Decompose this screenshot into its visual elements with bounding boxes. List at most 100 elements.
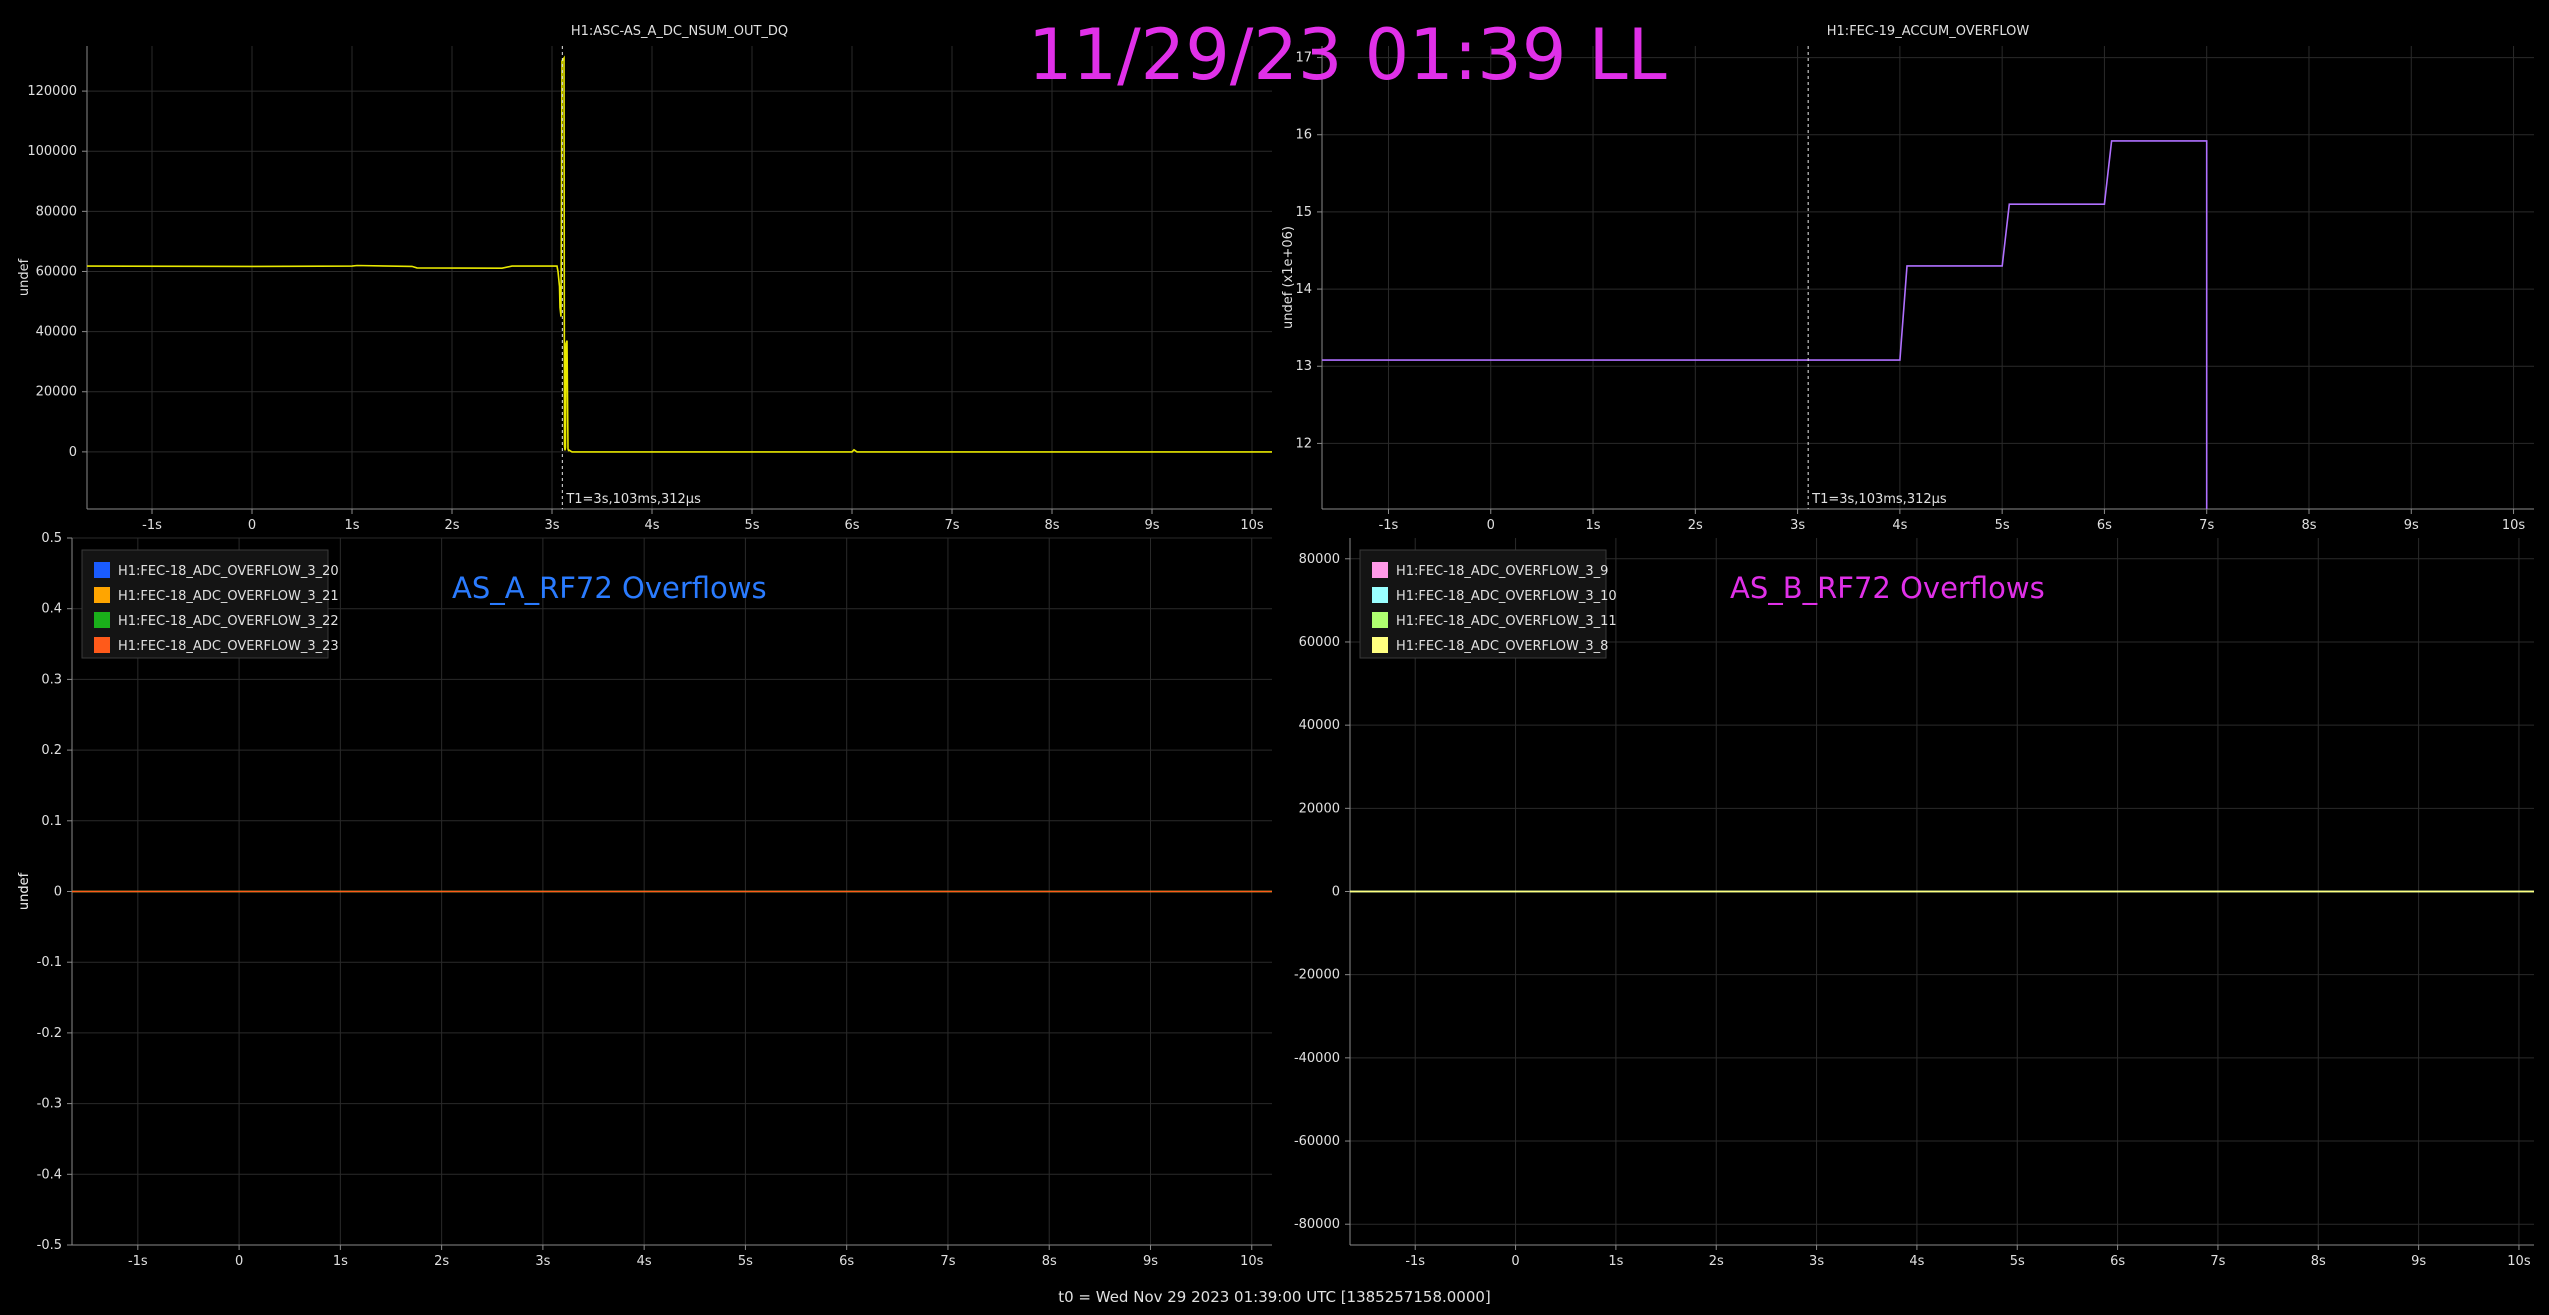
x-tick-label-10: 9s (2404, 518, 2419, 533)
x-tick-label-3: 2s (434, 1254, 449, 1269)
y-tick-label-2: 14 (1295, 282, 1312, 297)
x-tick-label-5: 4s (637, 1254, 652, 1269)
x-tick-label-8: 7s (2199, 518, 2214, 533)
y-tick-label-4: 0 (1332, 885, 1340, 900)
y-tick-label-2: 40000 (36, 325, 77, 340)
x-tick-label-7: 6s (2097, 518, 2112, 533)
y-tick-label-6: 120000 (27, 84, 77, 99)
x-tick-label-7: 6s (839, 1254, 854, 1269)
y-tick-label-9: 0.4 (41, 602, 62, 617)
x-tick-label-1: 0 (248, 518, 256, 533)
chart-panel-1: -1s 0 1s 2s 3s 4s 5s 6s 7s 8s 9s 10s 0 20000 40000 6000… (17, 24, 1272, 533)
y-tick-label-8: 80000 (1299, 552, 1340, 567)
legend-swatch-2 (1372, 587, 1388, 603)
y-axis-label: undef (17, 872, 32, 910)
y-tick-label-7: 0.2 (41, 743, 62, 758)
x-tick-label-6: 5s (738, 1254, 753, 1269)
y-tick-label-6: 40000 (1299, 718, 1340, 733)
x-tick-label-11: 10s (1240, 1254, 1264, 1269)
cursor-label: T1=3s,103ms,312µs (1811, 492, 1947, 507)
y-tick-label-3: -0.2 (37, 1026, 62, 1041)
x-tick-label-2: 1s (333, 1254, 348, 1269)
y-tick-label-2: -0.3 (37, 1097, 62, 1112)
y-axis-label: undef (x1e+06) (1281, 226, 1296, 329)
x-tick-label-4: 3s (544, 518, 559, 533)
y-tick-label-5: 100000 (27, 144, 77, 159)
legend-label-3: H1:FEC-18_ADC_OVERFLOW_3_11 (1396, 614, 1617, 629)
legend-swatch-1 (94, 562, 110, 578)
x-tick-label-3: 2s (1688, 518, 1703, 533)
legend-swatch-3 (1372, 612, 1388, 628)
x-tick-label-4: 3s (1790, 518, 1805, 533)
x-tick-label-3: 2s (1709, 1254, 1724, 1269)
x-tick-label-5: 4s (1892, 518, 1907, 533)
series-line-1 (87, 55, 1272, 453)
x-tick-label-11: 10s (1240, 518, 1264, 533)
legend-label-2: H1:FEC-18_ADC_OVERFLOW_3_10 (1396, 589, 1617, 604)
y-tick-label-4: 80000 (36, 204, 77, 219)
x-tick-label-2: 1s (344, 518, 359, 533)
x-tick-label-6: 5s (744, 518, 759, 533)
y-tick-label-1: 20000 (36, 385, 77, 400)
x-tick-label-5: 4s (1909, 1254, 1924, 1269)
legend-label-1: H1:FEC-18_ADC_OVERFLOW_3_20 (118, 564, 339, 579)
y-tick-label-5: 0 (54, 885, 62, 900)
y-tick-label-1: -60000 (1294, 1134, 1340, 1149)
y-tick-label-3: -20000 (1294, 968, 1340, 983)
x-tick-label-10: 9s (2411, 1254, 2426, 1269)
x-tick-label-9: 8s (2301, 518, 2316, 533)
y-tick-label-10: 0.5 (41, 531, 62, 546)
x-tick-label-0: -1s (142, 518, 162, 533)
x-tick-label-2: 1s (1586, 518, 1601, 533)
legend-label-3: H1:FEC-18_ADC_OVERFLOW_3_22 (118, 614, 339, 629)
chart-title: H1:ASC-AS_A_DC_NSUM_OUT_DQ (571, 24, 788, 39)
y-tick-label-2: -40000 (1294, 1051, 1340, 1066)
y-tick-label-3: 15 (1295, 205, 1312, 220)
x-tick-label-1: 0 (1511, 1254, 1519, 1269)
x-tick-label-4: 3s (1809, 1254, 1824, 1269)
x-tick-label-2: 1s (1608, 1254, 1623, 1269)
x-tick-label-0: -1s (128, 1254, 148, 1269)
legend-swatch-4 (1372, 637, 1388, 653)
x-tick-label-10: 9s (1144, 518, 1159, 533)
series-line-1 (1322, 140, 2208, 509)
y-tick-label-4: 16 (1295, 128, 1312, 143)
legend-swatch-2 (94, 587, 110, 603)
y-tick-label-1: 13 (1295, 359, 1312, 374)
x-tick-label-9: 8s (1042, 1254, 1057, 1269)
y-tick-label-0: 12 (1295, 436, 1312, 451)
x-tick-label-8: 7s (940, 1254, 955, 1269)
legend-swatch-3 (94, 612, 110, 628)
x-tick-label-1: 0 (1487, 518, 1495, 533)
y-tick-label-7: 60000 (1299, 635, 1340, 650)
x-tick-label-11: 10s (2507, 1254, 2531, 1269)
x-tick-label-8: 7s (944, 518, 959, 533)
x-tick-label-9: 8s (1044, 518, 1059, 533)
legend-swatch-1 (1372, 562, 1388, 578)
dashboard-canvas: -1s 0 1s 2s 3s 4s 5s 6s 7s 8s 9s 10s 0 20000 40000 6000… (17, 24, 2534, 1269)
y-axis-label: undef (17, 258, 32, 296)
x-tick-label-8: 7s (2210, 1254, 2225, 1269)
x-tick-label-7: 6s (844, 518, 859, 533)
x-tick-label-9: 8s (2311, 1254, 2326, 1269)
chart-panel-4: -1s 0 1s 2s 3s 4s 5s 6s 7s 8s 9s 10s -80000 -60000 -40… (17, 538, 2534, 1269)
x-tick-label-4: 3s (535, 1254, 550, 1269)
legend-label-2: H1:FEC-18_ADC_OVERFLOW_3_21 (118, 589, 339, 604)
x-tick-label-10: 9s (1143, 1254, 1158, 1269)
y-tick-label-4: -0.1 (37, 955, 62, 970)
chart-annotation: AS_B_RF72 Overflows (1730, 571, 2045, 605)
x-tick-label-0: -1s (1379, 518, 1399, 533)
x-tick-label-6: 5s (1995, 518, 2010, 533)
x-tick-label-1: 0 (235, 1254, 243, 1269)
x-tick-label-6: 5s (2010, 1254, 2025, 1269)
y-tick-label-5: 20000 (1299, 801, 1340, 816)
y-tick-label-3: 60000 (36, 264, 77, 279)
x-tick-label-11: 10s (2502, 518, 2526, 533)
t0-footer: t0 = Wed Nov 29 2023 01:39:00 UTC [13852… (1058, 1288, 1491, 1306)
legend-label-1: H1:FEC-18_ADC_OVERFLOW_3_9 (1396, 564, 1608, 579)
cursor-label: T1=3s,103ms,312µs (565, 492, 701, 507)
chart-annotation: AS_A_RF72 Overflows (452, 571, 767, 605)
x-tick-label-3: 2s (444, 518, 459, 533)
y-tick-label-6: 0.1 (41, 814, 62, 829)
big-timestamp: 11/29/23 01:39 LL (1028, 14, 1667, 96)
